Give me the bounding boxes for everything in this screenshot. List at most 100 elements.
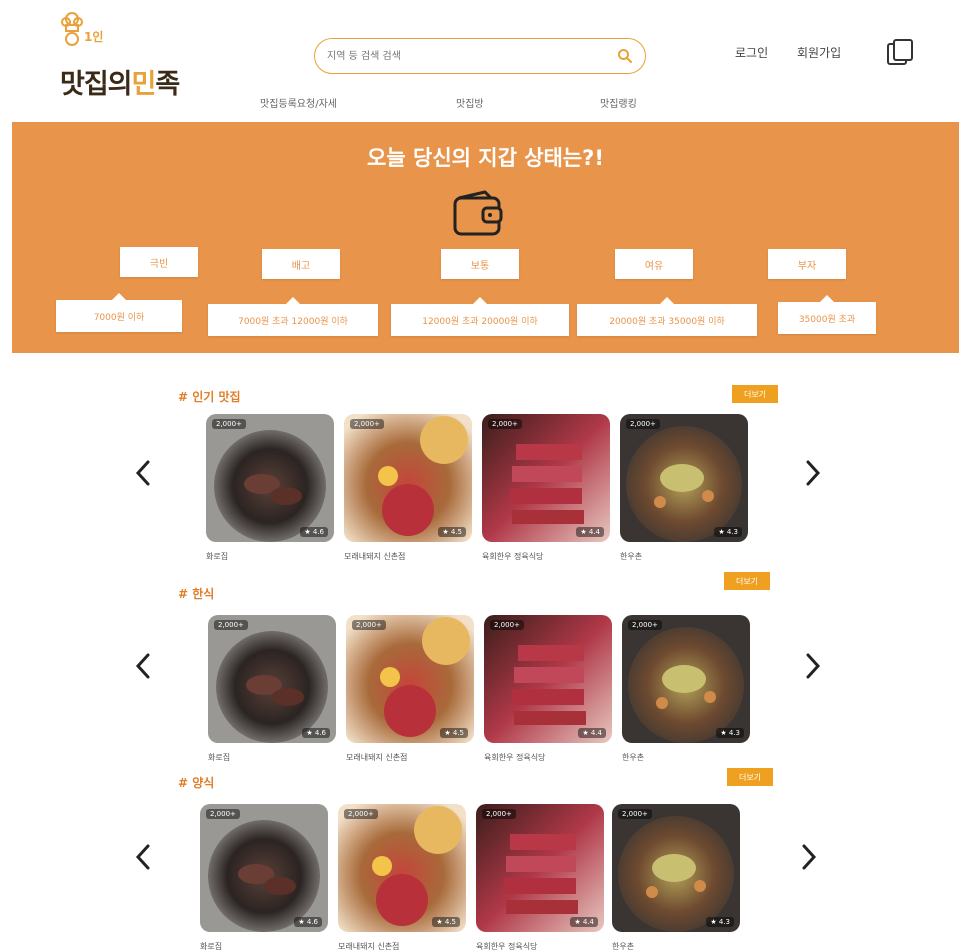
logo-text: 맛집의민족 bbox=[60, 69, 180, 100]
restaurant-name: 화로집 bbox=[200, 942, 223, 950]
section-title: # 한식 bbox=[178, 587, 215, 601]
state-button-comfortable[interactable]: 여유 bbox=[615, 249, 693, 279]
review-count-badge: 2,000+ bbox=[344, 809, 378, 819]
food-image: 2,000+ ★ 4.4 bbox=[484, 615, 612, 743]
restaurant-card[interactable]: 2,000+ ★ 4.3 한우촌 bbox=[620, 414, 748, 562]
state-button-rich[interactable]: 부자 bbox=[768, 249, 846, 279]
search-bar[interactable] bbox=[314, 38, 646, 74]
restaurant-card[interactable]: 2,000+ ★ 4.4 육회한우 정육식당 bbox=[484, 615, 612, 763]
restaurant-card[interactable]: 2,000+ ★ 4.5 모래내돼지 신촌점 bbox=[344, 414, 472, 562]
chevron-left-icon[interactable] bbox=[132, 651, 156, 681]
pan-photo bbox=[622, 615, 750, 743]
plate-photo bbox=[338, 804, 466, 932]
restaurant-card[interactable]: 2,000+ ★ 4.4 육회한우 정육식당 bbox=[476, 804, 604, 950]
rating-badge: ★ 4.5 bbox=[438, 527, 466, 537]
grill-photo bbox=[208, 615, 336, 743]
login-link[interactable]: 로그인 bbox=[735, 44, 768, 61]
pan-photo bbox=[612, 804, 740, 932]
restaurant-name: 육회한우 정육식당 bbox=[476, 942, 538, 950]
restaurant-name: 모래내돼지 신촌점 bbox=[346, 753, 408, 762]
restaurant-name: 한우촌 bbox=[612, 942, 635, 950]
chevron-left-icon[interactable] bbox=[132, 458, 156, 488]
more-button[interactable]: 더보기 bbox=[732, 385, 778, 403]
plate-photo bbox=[344, 414, 472, 542]
rating-badge: ★ 4.5 bbox=[440, 728, 468, 738]
restaurant-name: 화로집 bbox=[208, 753, 231, 762]
review-count-badge: 2,000+ bbox=[618, 809, 652, 819]
section-popular: # 인기 맛집 더보기 2,000+ ★ 4.6 화로집 2,000+ ★ 4.… bbox=[0, 380, 959, 570]
rating-badge: ★ 4.6 bbox=[300, 527, 328, 537]
food-image: 2,000+ ★ 4.6 bbox=[208, 615, 336, 743]
nav-item-room[interactable]: 맛집방 bbox=[456, 95, 484, 110]
nav-item-ranking[interactable]: 맛집랭킹 bbox=[600, 95, 637, 110]
rating-badge: ★ 4.6 bbox=[294, 917, 322, 927]
review-count-badge: 2,000+ bbox=[352, 620, 386, 630]
grill-photo bbox=[206, 414, 334, 542]
review-count-badge: 2,000+ bbox=[628, 620, 662, 630]
restaurant-card[interactable]: 2,000+ ★ 4.5 모래내돼지 신촌점 bbox=[346, 615, 474, 763]
menu-icon[interactable] bbox=[886, 38, 916, 68]
food-image: 2,000+ ★ 4.4 bbox=[482, 414, 610, 542]
wallet-icon bbox=[453, 190, 503, 236]
chevron-right-icon[interactable] bbox=[800, 458, 824, 488]
range-label-normal: 12000원 초과 20000원 이하 bbox=[391, 297, 569, 336]
rating-badge: ★ 4.6 bbox=[302, 728, 330, 738]
rating-badge: ★ 4.3 bbox=[716, 728, 744, 738]
review-count-badge: 2,000+ bbox=[350, 419, 384, 429]
restaurant-card[interactable]: 2,000+ ★ 4.6 화로집 bbox=[200, 804, 328, 950]
site-logo[interactable]: 1인 맛집의민족 bbox=[58, 10, 198, 100]
signup-link[interactable]: 회원가입 bbox=[797, 44, 841, 61]
rating-badge: ★ 4.3 bbox=[706, 917, 734, 927]
food-image: 2,000+ ★ 4.6 bbox=[200, 804, 328, 932]
food-image: 2,000+ ★ 4.3 bbox=[622, 615, 750, 743]
beef-photo bbox=[484, 615, 612, 743]
restaurant-card[interactable]: 2,000+ ★ 4.4 육회한우 정육식당 bbox=[482, 414, 610, 562]
food-image: 2,000+ ★ 4.3 bbox=[612, 804, 740, 932]
beef-photo bbox=[482, 414, 610, 542]
range-label-poorest: 7000원 이하 bbox=[56, 293, 182, 332]
logo-mini-text: 1인 bbox=[84, 30, 104, 44]
chevron-right-icon[interactable] bbox=[800, 651, 824, 681]
section-korean: # 한식 더보기 2,000+ ★ 4.6 화로집 2,000+ ★ 4.5 모… bbox=[0, 572, 959, 765]
restaurant-name: 육회한우 정육식당 bbox=[482, 552, 544, 561]
food-image: 2,000+ ★ 4.5 bbox=[346, 615, 474, 743]
review-count-badge: 2,000+ bbox=[488, 419, 522, 429]
restaurant-name: 모래내돼지 신촌점 bbox=[344, 552, 406, 561]
rating-badge: ★ 4.5 bbox=[432, 917, 460, 927]
restaurant-name: 모래내돼지 신촌점 bbox=[338, 942, 400, 950]
more-button[interactable]: 더보기 bbox=[724, 572, 770, 590]
restaurant-card[interactable]: 2,000+ ★ 4.3 한우촌 bbox=[622, 615, 750, 763]
food-image: 2,000+ ★ 4.3 bbox=[620, 414, 748, 542]
range-label-rich: 35000원 초과 bbox=[778, 295, 876, 334]
range-label-comfortable: 20000원 초과 35000원 이하 bbox=[577, 297, 757, 336]
restaurant-name: 육회한우 정육식당 bbox=[484, 753, 546, 762]
chevron-left-icon[interactable] bbox=[132, 842, 156, 872]
food-image: 2,000+ ★ 4.5 bbox=[338, 804, 466, 932]
search-icon[interactable] bbox=[617, 48, 633, 64]
review-count-badge: 2,000+ bbox=[214, 620, 248, 630]
state-button-hungry[interactable]: 배고 bbox=[262, 249, 340, 279]
state-button-poorest[interactable]: 극빈 bbox=[120, 247, 198, 277]
banner-title: 오늘 당신의 지갑 상태는?! bbox=[367, 146, 604, 170]
restaurant-card[interactable]: 2,000+ ★ 4.3 한우촌 bbox=[612, 804, 740, 950]
section-western: # 양식 더보기 2,000+ ★ 4.6 화로집 2,000+ ★ 4.5 모… bbox=[0, 768, 959, 950]
rating-badge: ★ 4.4 bbox=[576, 527, 604, 537]
food-image: 2,000+ ★ 4.4 bbox=[476, 804, 604, 932]
restaurant-card[interactable]: 2,000+ ★ 4.6 화로집 bbox=[206, 414, 334, 562]
state-button-normal[interactable]: 보통 bbox=[441, 249, 519, 279]
rating-badge: ★ 4.4 bbox=[578, 728, 606, 738]
restaurant-card[interactable]: 2,000+ ★ 4.5 모래내돼지 신촌점 bbox=[338, 804, 466, 950]
restaurant-card[interactable]: 2,000+ ★ 4.6 화로집 bbox=[208, 615, 336, 763]
food-image: 2,000+ ★ 4.5 bbox=[344, 414, 472, 542]
restaurant-name: 한우촌 bbox=[622, 753, 645, 762]
section-title: # 양식 bbox=[178, 776, 215, 790]
restaurant-name: 한우촌 bbox=[620, 552, 643, 561]
plate-photo bbox=[346, 615, 474, 743]
nav-item-request[interactable]: 맛집등록요청/자세 bbox=[260, 95, 337, 110]
search-input[interactable] bbox=[327, 46, 597, 66]
more-button[interactable]: 더보기 bbox=[727, 768, 773, 786]
chevron-right-icon[interactable] bbox=[796, 842, 820, 872]
rating-badge: ★ 4.3 bbox=[714, 527, 742, 537]
beef-photo bbox=[476, 804, 604, 932]
food-image: 2,000+ ★ 4.6 bbox=[206, 414, 334, 542]
